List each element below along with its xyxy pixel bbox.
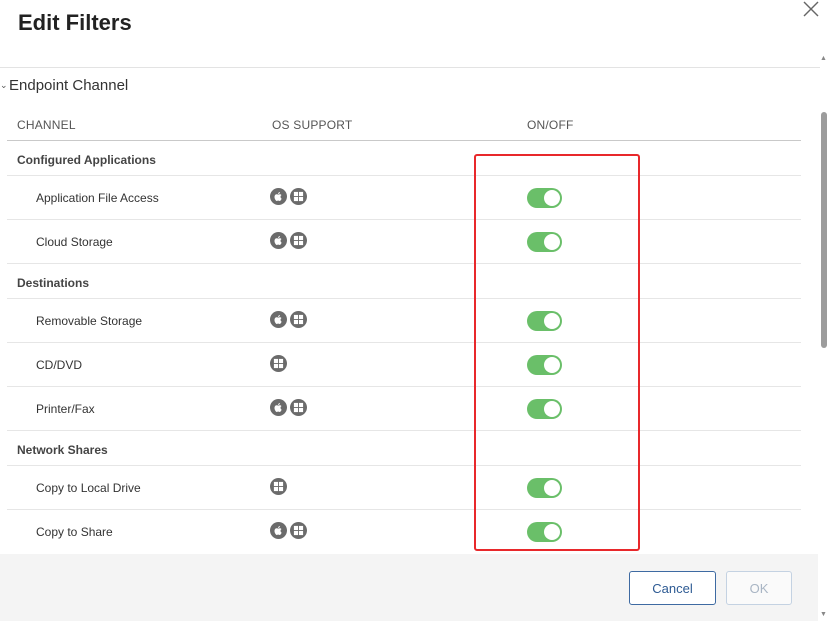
channel-label: CD/DVD <box>36 358 83 372</box>
windows-icon <box>290 188 307 205</box>
channel-label: Copy to Local Drive <box>36 481 141 495</box>
windows-icon <box>290 232 307 249</box>
os-support-icons <box>270 188 307 205</box>
table-row: Printer/Fax <box>7 387 801 431</box>
apple-icon <box>270 232 287 249</box>
channel-label: Copy to Share <box>36 525 113 539</box>
table-header: CHANNEL OS SUPPORT ON/OFF <box>7 110 801 141</box>
ok-button[interactable]: OK <box>726 571 792 605</box>
table-body: Configured Applications Application File … <box>7 141 801 554</box>
windows-icon <box>270 478 287 495</box>
windows-icon <box>270 355 287 372</box>
cancel-button[interactable]: Cancel <box>629 571 716 605</box>
table-row: Copy to Local Drive <box>7 466 801 510</box>
windows-icon <box>290 522 307 539</box>
apple-icon <box>270 399 287 416</box>
group-row: Destinations <box>7 264 801 299</box>
group-label: Configured Applications <box>17 153 156 167</box>
toggle-knob <box>544 313 560 329</box>
channel-label: Removable Storage <box>36 314 143 328</box>
os-support-icons <box>270 522 307 539</box>
table-row: Copy to Share <box>7 510 801 554</box>
on-off-toggle[interactable] <box>527 355 562 375</box>
os-support-icons <box>270 478 287 495</box>
os-support-icons <box>270 311 307 328</box>
column-header-os-support: OS SUPPORT <box>272 118 353 132</box>
close-icon <box>803 1 819 17</box>
os-support-icons <box>270 232 307 249</box>
scroll-down-arrow-icon[interactable]: ▼ <box>820 611 827 619</box>
apple-icon <box>270 188 287 205</box>
toggle-knob <box>544 480 560 496</box>
column-header-on-off: ON/OFF <box>527 118 574 132</box>
toggle-knob <box>544 234 560 250</box>
on-off-toggle[interactable] <box>527 399 562 419</box>
toggle-knob <box>544 524 560 540</box>
section-title: Endpoint Channel <box>9 77 129 94</box>
apple-icon <box>270 311 287 328</box>
chevron-down-icon: ⌄ <box>0 80 8 90</box>
on-off-toggle[interactable] <box>527 522 562 542</box>
windows-icon <box>290 311 307 328</box>
group-label: Destinations <box>17 276 90 290</box>
scroll-up-arrow-icon[interactable]: ▲ <box>820 55 827 63</box>
on-off-toggle[interactable] <box>527 311 562 331</box>
os-support-icons <box>270 355 287 372</box>
title-divider <box>0 67 820 68</box>
on-off-toggle[interactable] <box>527 478 562 498</box>
table-row: CD/DVD <box>7 343 801 387</box>
channel-label: Application File Access <box>36 191 159 205</box>
toggle-knob <box>544 401 560 417</box>
toggle-knob <box>544 357 560 373</box>
group-row: Network Shares <box>7 431 801 466</box>
channel-label: Printer/Fax <box>36 402 95 416</box>
os-support-icons <box>270 399 307 416</box>
toggle-knob <box>544 190 560 206</box>
scrollbar-thumb[interactable] <box>821 112 827 348</box>
section-header-endpoint-channel[interactable]: ⌄ Endpoint Channel <box>0 77 128 94</box>
table-row: Application File Access <box>7 176 801 220</box>
apple-icon <box>270 522 287 539</box>
column-header-channel: CHANNEL <box>17 118 76 132</box>
table-row: Removable Storage <box>7 299 801 343</box>
group-row: Configured Applications <box>7 141 801 176</box>
close-button[interactable] <box>800 0 822 20</box>
dialog-footer: Cancel OK <box>0 554 818 621</box>
on-off-toggle[interactable] <box>527 232 562 252</box>
group-label: Network Shares <box>17 443 108 457</box>
channel-label: Cloud Storage <box>36 235 113 249</box>
table-row: Cloud Storage <box>7 220 801 264</box>
dialog-title: Edit Filters <box>18 10 132 35</box>
on-off-toggle[interactable] <box>527 188 562 208</box>
channel-table: CHANNEL OS SUPPORT ON/OFF Configured App… <box>7 110 801 554</box>
windows-icon <box>290 399 307 416</box>
